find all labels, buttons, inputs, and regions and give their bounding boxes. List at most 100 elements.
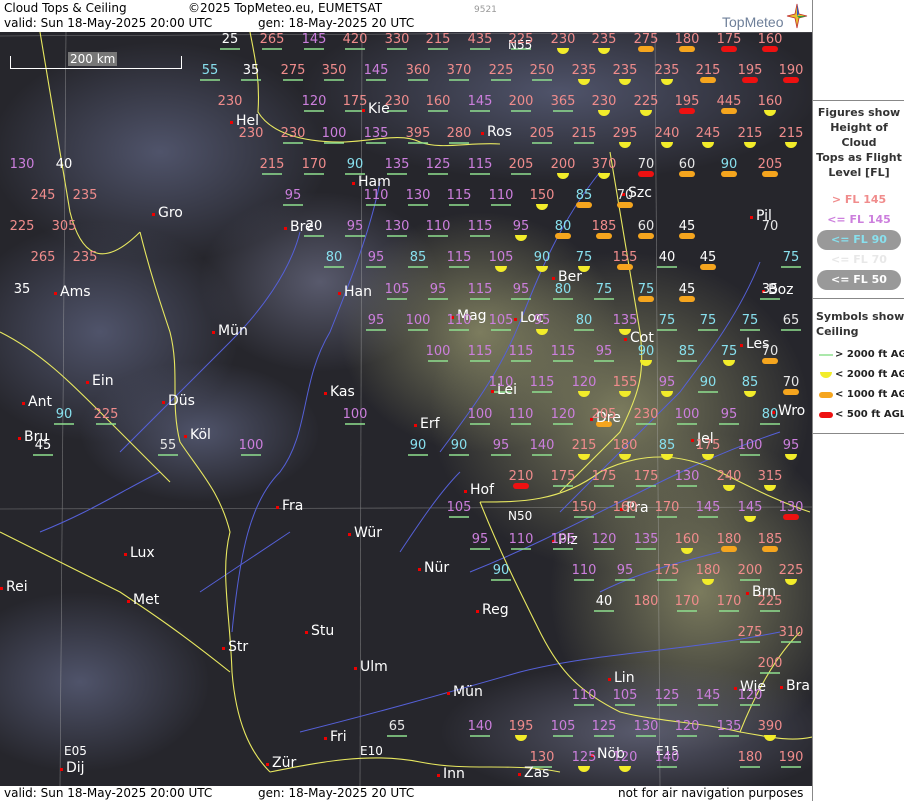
- cloud-top-value: 75: [720, 344, 738, 359]
- cloud-top-value: 90: [637, 344, 655, 359]
- ceiling-legend: > 2000 ft AGL < 2000 ft AGL < 1000 ft AGL <…: [813, 345, 904, 425]
- cloud-top-value: 105: [488, 250, 514, 265]
- cloud-top-value: 100: [467, 407, 493, 422]
- cloud-top-value: 70: [761, 344, 779, 359]
- cloud-top-value: 315: [757, 469, 783, 484]
- cloud-top-value: 230: [217, 94, 243, 109]
- cloud-top-value: 435: [467, 32, 493, 47]
- cloud-top-value: 370: [446, 63, 472, 78]
- place-label: Fra: [275, 498, 304, 514]
- cloud-top-value: 90: [699, 375, 717, 390]
- cloud-top-value: 90: [346, 157, 364, 172]
- cloud-top-value: 205: [591, 407, 617, 422]
- cloud-top-value: 105: [446, 500, 472, 515]
- cloud-top-value: 370: [591, 157, 617, 172]
- cloud-top-value: 125: [425, 157, 451, 172]
- cloud-top-value: 120: [591, 532, 617, 547]
- cloud-top-value: 85: [409, 250, 427, 265]
- cloud-top-value: 235: [654, 63, 680, 78]
- ceiling-legend-entry: < 500 ft AGL: [813, 405, 904, 425]
- place-label: Düs: [162, 393, 195, 409]
- cloud-top-value: 110: [363, 188, 389, 203]
- cloud-top-value: 90: [450, 438, 468, 453]
- ceiling-legend-entry: < 1000 ft AGL: [813, 385, 904, 405]
- cloud-top-value: 110: [571, 688, 597, 703]
- satellite-map[interactable]: 200 km Hel Kie Ros Szc Ham Gro Bre Pil Ber Ams Han…: [0, 32, 812, 786]
- ceiling-legend-label: < 1000 ft AGL: [835, 389, 904, 400]
- cloud-top-value: 225: [488, 63, 514, 78]
- cloud-top-value: 90: [720, 157, 738, 172]
- ceiling-legend-label: > 2000 ft AGL: [835, 349, 904, 360]
- place-label: Nür: [417, 560, 450, 576]
- cloud-top-value: 95: [471, 532, 489, 547]
- cloud-top-value: 130: [405, 188, 431, 203]
- cloud-top-value: 150: [529, 188, 555, 203]
- cloud-top-value: 75: [575, 250, 593, 265]
- cloud-top-value: 100: [405, 313, 431, 328]
- place-label: Lin: [608, 670, 635, 686]
- cloud-top-value: 360: [405, 63, 431, 78]
- tops-legend-label: <= FL 70: [831, 253, 887, 266]
- cloud-top-value: 130: [384, 219, 410, 234]
- cloud-top-value: 175: [654, 563, 680, 578]
- cloud-top-value: 180: [695, 563, 721, 578]
- image-id: 9521: [474, 5, 497, 15]
- cloud-top-value: 85: [678, 344, 696, 359]
- cloud-top-value: 20: [305, 219, 323, 234]
- cloud-top-value: 160: [425, 94, 451, 109]
- cloud-top-value: 170: [301, 157, 327, 172]
- cloud-top-value: 230: [280, 126, 306, 141]
- place-label: Str: [221, 639, 249, 655]
- cloud-top-value: 230: [238, 126, 264, 141]
- cloud-top-value: 215: [737, 126, 763, 141]
- tops-title-line: Tops as Flight: [816, 151, 902, 164]
- ceiling-legend-entry: > 2000 ft AGL: [813, 345, 904, 365]
- place-label: Stu: [304, 623, 335, 639]
- place-label: Zür: [265, 755, 297, 771]
- cloud-top-value: 95: [367, 313, 385, 328]
- cloud-top-value: 190: [778, 63, 804, 78]
- graticule-label: E05: [64, 744, 87, 758]
- cloud-top-value: 40: [595, 594, 613, 609]
- tops-title-line: Height of Cloud: [830, 121, 888, 149]
- cloud-top-value: 100: [674, 407, 700, 422]
- cloud-top-value: 95: [492, 438, 510, 453]
- cloud-top-value: 190: [778, 750, 804, 765]
- cloud-top-value: 140: [529, 438, 555, 453]
- place-label: Mün: [447, 684, 483, 700]
- graticule-label: N50: [508, 509, 533, 523]
- cloud-top-value: 195: [508, 719, 534, 734]
- cloud-top-value: 45: [678, 219, 696, 234]
- valid-time: valid: Sun 18-May-2025 20:00 UTC: [4, 16, 213, 30]
- cloud-top-value: 135: [633, 532, 659, 547]
- cloud-top-value: 235: [591, 32, 617, 47]
- map-footer: valid: Sun 18-May-2025 20:00 UTC gen: 18…: [0, 786, 812, 801]
- cloud-top-value: 215: [778, 126, 804, 141]
- place-label: Erf: [414, 416, 440, 432]
- ceiling-symbol-yellow: [785, 142, 797, 148]
- cloud-top-value: 235: [571, 63, 597, 78]
- place-label: Han: [338, 284, 372, 300]
- cloud-top-value: 185: [591, 219, 617, 234]
- cloud-top-value: 130: [674, 469, 700, 484]
- cloud-top-value: 105: [550, 719, 576, 734]
- cloud-top-value: 445: [716, 94, 742, 109]
- cloud-top-value: 280: [446, 126, 472, 141]
- ceil-title-line: Symbols show: [816, 310, 904, 323]
- cloud-top-value: 60: [637, 219, 655, 234]
- cloud-top-value: 90: [492, 563, 510, 578]
- cloud-top-value: 215: [259, 157, 285, 172]
- cloud-top-value: 105: [488, 313, 514, 328]
- tops-legend-entry: <= FL 145: [813, 210, 904, 230]
- place-label: Wro: [771, 403, 806, 419]
- cloud-top-value: 100: [238, 438, 264, 453]
- cloud-top-value: 75: [658, 313, 676, 328]
- cloud-top-value: 130: [633, 719, 659, 734]
- cloud-top-value: 225: [9, 219, 35, 234]
- cloud-top-value: 160: [757, 32, 783, 47]
- cloud-top-value: 95: [658, 375, 676, 390]
- tops-legend-label: <= FL 145: [827, 213, 891, 226]
- cloud-top-value: 155: [612, 375, 638, 390]
- cloud-top-value: 90: [409, 438, 427, 453]
- ceiling-red-icon: [819, 409, 833, 429]
